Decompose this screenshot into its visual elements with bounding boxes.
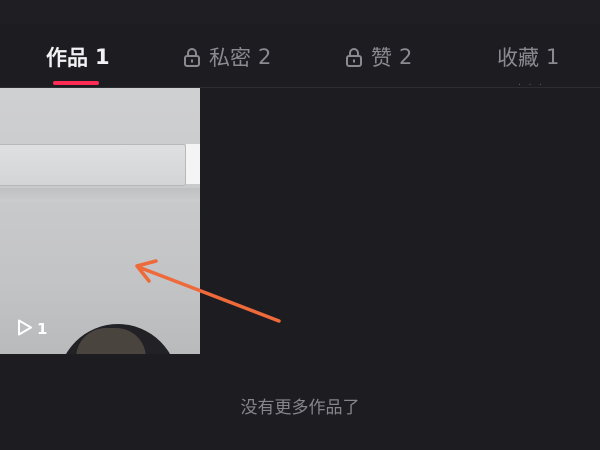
tab-private-label: 私密 bbox=[209, 46, 251, 70]
tab-works-count: 1 bbox=[95, 45, 110, 69]
tab-works-label: 作品 bbox=[46, 46, 88, 70]
tab-favorites[interactable]: 收藏 1 bbox=[497, 28, 559, 86]
status-bar-area bbox=[0, 0, 600, 24]
tab-private-count: 2 bbox=[258, 45, 272, 69]
tab-works[interactable]: 作品 1 bbox=[46, 28, 110, 86]
tab-private[interactable]: 私密 2 bbox=[183, 28, 271, 86]
active-tab-indicator bbox=[53, 81, 99, 85]
tab-favorites-label: 收藏 bbox=[497, 46, 539, 70]
thumbnail-shadow bbox=[0, 188, 200, 202]
lock-icon bbox=[345, 47, 363, 67]
thumbnail-shelf bbox=[0, 144, 186, 186]
play-count: 1 bbox=[17, 319, 48, 340]
profile-tab-bar: 作品 1 私密 2 赞 2 收藏 1 bbox=[0, 28, 600, 86]
more-tabs-hint: · · · bbox=[518, 80, 544, 91]
play-count-value: 1 bbox=[37, 320, 48, 338]
lock-icon bbox=[183, 47, 201, 67]
play-icon bbox=[17, 319, 37, 340]
tab-favorites-count: 1 bbox=[546, 45, 560, 69]
video-thumbnail[interactable] bbox=[0, 88, 200, 354]
thumbnail-highlight bbox=[186, 144, 200, 184]
tab-likes-label: 赞 bbox=[371, 46, 392, 70]
tab-likes-count: 2 bbox=[399, 45, 413, 69]
tab-likes[interactable]: 赞 2 bbox=[345, 28, 412, 86]
no-more-works-message: 没有更多作品了 bbox=[240, 398, 360, 418]
